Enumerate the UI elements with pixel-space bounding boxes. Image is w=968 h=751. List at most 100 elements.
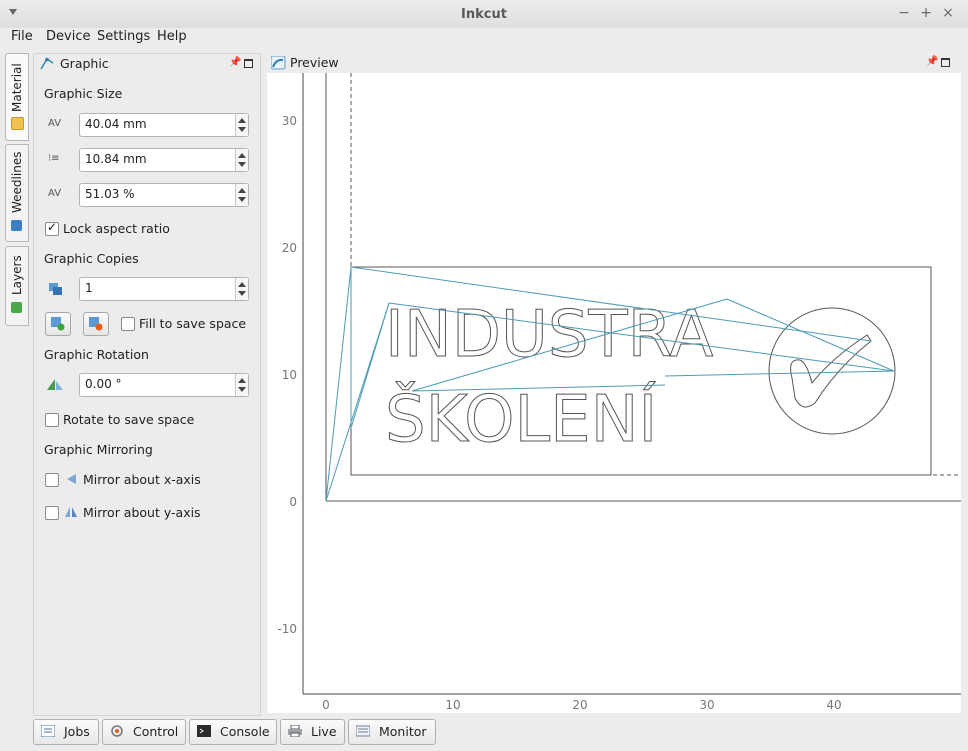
copies-stepper[interactable] — [235, 278, 248, 300]
rotation-value: 0.00 ° — [85, 377, 122, 391]
scale-spinbox[interactable]: 51.03 % — [79, 183, 249, 207]
material-icon — [11, 117, 24, 130]
height-stepper[interactable] — [235, 149, 248, 171]
y-tick-label: 20 — [282, 241, 297, 255]
fill-to-save-label: Fill to save space — [139, 316, 247, 331]
title-bar: Inkcut − + × — [0, 0, 968, 29]
preview-plot[interactable]: INDUSTRA ŠKOLENÍ 30 20 10 0 -10 0 10 20 … — [267, 73, 961, 713]
tab-material-label: Material — [10, 63, 24, 112]
scale-stepper[interactable] — [235, 184, 248, 206]
copies-spinbox[interactable]: 1 — [79, 277, 249, 301]
graphic-size-heading: Graphic Size — [44, 86, 123, 101]
width-stepper[interactable] — [235, 114, 248, 136]
graphic-copies-heading: Graphic Copies — [44, 251, 139, 266]
y-tick-label: 10 — [282, 368, 297, 382]
mirror-x-checkbox[interactable] — [45, 473, 59, 487]
mirror-x-icon — [67, 474, 76, 484]
lock-aspect-checkbox[interactable] — [45, 220, 59, 236]
tab-weedlines-label: Weedlines — [10, 151, 24, 213]
copies-value: 1 — [85, 281, 93, 295]
weedlines-icon — [11, 220, 22, 231]
tab-monitor-label: Monitor — [379, 724, 427, 739]
rotation-spinbox[interactable]: 0.00 ° — [79, 373, 249, 397]
monitor-icon — [356, 725, 370, 737]
tab-control-label: Control — [133, 724, 179, 739]
preview-pin-icon[interactable]: 📌 — [926, 56, 938, 67]
bottom-tab-bar: Jobs Control Console Live Monitor — [0, 716, 968, 751]
height-icon: ⁝≡ — [48, 153, 60, 164]
tab-layers[interactable]: Layers — [5, 246, 29, 326]
rotation-icon — [47, 379, 63, 390]
graphic-panel-title: Graphic — [60, 56, 109, 71]
x-tick-label: 20 — [572, 698, 587, 712]
mirror-y-icon — [65, 507, 77, 517]
tab-material[interactable]: Material — [5, 53, 29, 141]
x-tick-label: 30 — [699, 698, 714, 712]
preview-canvas: INDUSTRA ŠKOLENÍ 30 20 10 0 -10 0 10 20 … — [277, 73, 961, 712]
scale-icon: AV — [48, 188, 62, 199]
tab-monitor[interactable]: Monitor — [348, 719, 436, 745]
layers-icon — [11, 302, 22, 313]
menu-bar: File Device Settings Help — [0, 28, 968, 50]
y-tick-label: 0 — [289, 495, 297, 509]
add-copy-button[interactable] — [45, 312, 71, 336]
tab-live-label: Live — [311, 724, 337, 739]
menu-help[interactable]: Help — [157, 29, 187, 44]
width-icon: AV — [48, 118, 62, 129]
preview-float-icon[interactable] — [941, 58, 950, 67]
float-icon[interactable] — [244, 59, 253, 68]
height-spinbox[interactable]: 10.84 mm — [79, 148, 249, 172]
mirror-y-checkbox[interactable] — [45, 506, 59, 520]
tab-jobs-label: Jobs — [64, 724, 90, 739]
preview-icon — [271, 56, 286, 70]
minimize-icon[interactable]: − — [896, 5, 912, 21]
graphic-mirroring-heading: Graphic Mirroring — [44, 442, 153, 457]
preview-panel: Preview 📌 INDUSTRA ŠKOLENÍ 30 20 10 0 -1… — [265, 53, 963, 714]
mirror-x-label: Mirror about x-axis — [83, 472, 201, 487]
y-tick-label: -10 — [277, 622, 297, 636]
height-value: 10.84 mm — [85, 152, 147, 166]
remove-copy-icon — [89, 317, 103, 331]
graphic-text-line2: ŠKOLENÍ — [385, 381, 657, 457]
width-value: 40.04 mm — [85, 117, 147, 131]
graphic-checkmark — [790, 334, 872, 408]
pin-icon[interactable]: 📌 — [229, 57, 241, 68]
printer-icon — [288, 725, 302, 737]
preview-title: Preview — [290, 55, 339, 70]
menu-file[interactable]: File — [11, 29, 33, 44]
graphic-panel-header: Graphic 📌 — [34, 54, 260, 74]
add-copy-icon — [51, 317, 65, 331]
maximize-icon[interactable]: + — [918, 5, 934, 21]
menu-device[interactable]: Device — [46, 29, 90, 44]
fill-to-save-checkbox[interactable] — [121, 317, 135, 331]
close-icon[interactable]: × — [940, 5, 956, 21]
graphic-panel: Graphic 📌 Graphic Size AV 40.04 mm ⁝≡ 10… — [33, 53, 261, 716]
tab-control[interactable]: Control — [102, 719, 186, 745]
tab-console[interactable]: Console — [189, 719, 277, 745]
x-tick-label: 10 — [445, 698, 460, 712]
graphic-icon — [40, 57, 54, 70]
menu-settings[interactable]: Settings — [97, 29, 150, 44]
scale-value: 51.03 % — [85, 187, 135, 201]
tab-live[interactable]: Live — [280, 719, 345, 745]
rotation-stepper[interactable] — [235, 374, 248, 396]
y-tick-label: 30 — [282, 114, 297, 128]
x-tick-label: 0 — [322, 698, 330, 712]
console-icon — [197, 725, 211, 737]
lock-aspect-label: Lock aspect ratio — [63, 221, 170, 236]
tab-layers-label: Layers — [10, 255, 24, 295]
remove-copy-button[interactable] — [83, 312, 109, 336]
rotate-to-save-checkbox[interactable] — [45, 413, 59, 427]
jobs-icon — [41, 725, 55, 737]
tab-jobs[interactable]: Jobs — [33, 719, 99, 745]
copies-icon — [49, 283, 62, 295]
width-spinbox[interactable]: 40.04 mm — [79, 113, 249, 137]
x-tick-label: 40 — [826, 698, 841, 712]
window-title: Inkcut — [461, 7, 507, 22]
control-icon — [111, 725, 123, 737]
graphic-rotation-heading: Graphic Rotation — [44, 347, 149, 362]
tab-console-label: Console — [220, 724, 270, 739]
mirror-y-label: Mirror about y-axis — [83, 505, 201, 520]
tab-weedlines[interactable]: Weedlines — [5, 144, 29, 242]
rotate-to-save-label: Rotate to save space — [63, 412, 195, 427]
